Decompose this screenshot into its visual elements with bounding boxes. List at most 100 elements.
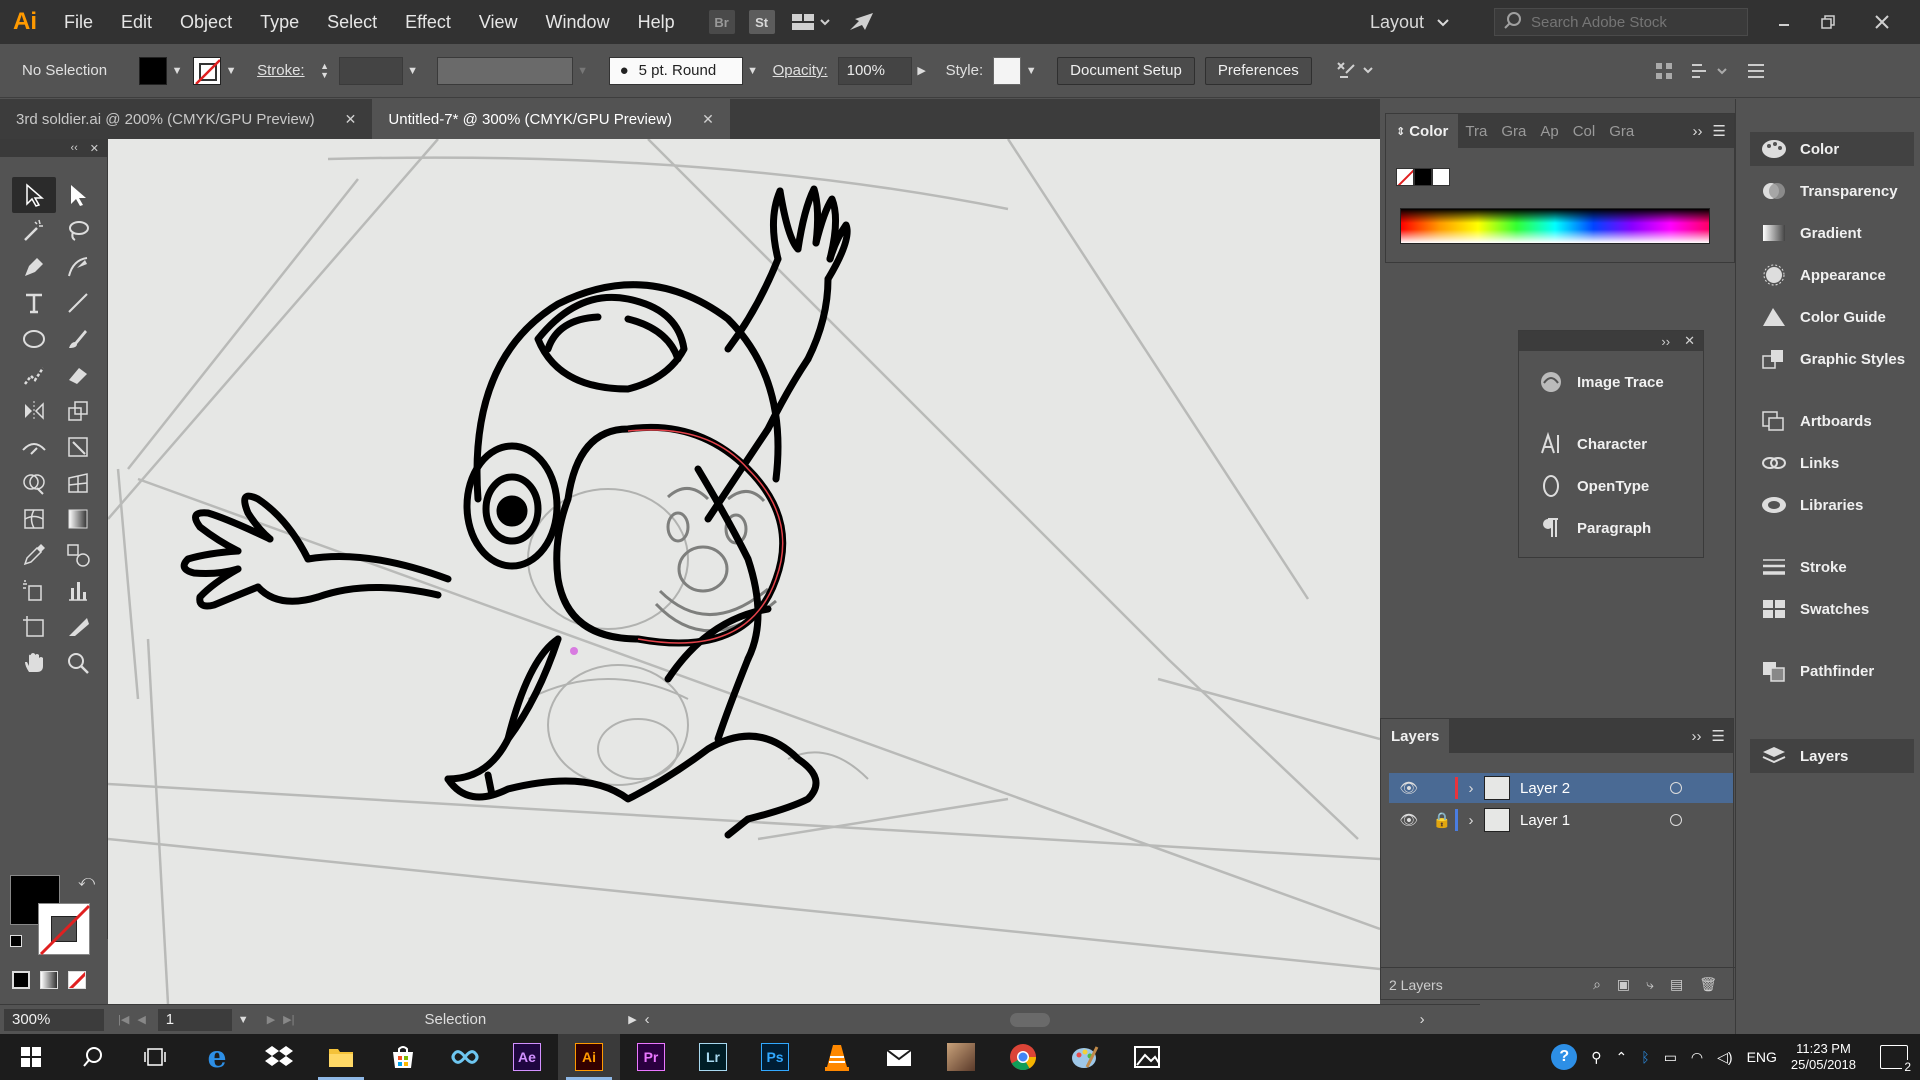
close-window-button[interactable] <box>1860 0 1904 44</box>
close-icon[interactable]: ✕ <box>1684 333 1695 349</box>
photoshop-icon[interactable]: Ps <box>744 1034 806 1080</box>
minimize-button[interactable] <box>1762 0 1806 44</box>
stroke-weight-dropdown[interactable]: ▼ <box>403 57 423 85</box>
menu-effect[interactable]: Effect <box>391 0 465 44</box>
menu-window[interactable]: Window <box>532 0 624 44</box>
gpu-performance-icon[interactable] <box>847 10 877 34</box>
profile-dropdown[interactable]: ▼ <box>573 57 593 85</box>
style-dropdown[interactable]: ▼ <box>1021 57 1041 85</box>
puppet-warp-icon[interactable] <box>1334 59 1374 83</box>
magic-wand-tool[interactable] <box>12 213 56 249</box>
panel-menu-icon[interactable]: ☰ <box>1713 122 1726 140</box>
type-tool[interactable] <box>12 285 56 321</box>
last-artboard-icon[interactable]: ▶| <box>283 1013 294 1026</box>
none-swatch[interactable] <box>1396 168 1414 186</box>
lock-icon[interactable]: 🔒 <box>1429 811 1455 829</box>
opentype-item[interactable]: OpenType <box>1519 465 1703 507</box>
zoom-tool[interactable] <box>56 645 100 681</box>
brush-dropdown[interactable]: ▼ <box>743 57 763 85</box>
dock-graphic-styles[interactable]: Graphic Styles <box>1750 342 1914 376</box>
visibility-eye-icon[interactable]: 👁 <box>1389 811 1429 829</box>
expand-icon[interactable]: ›› <box>1693 123 1703 140</box>
line-segment-tool[interactable] <box>56 285 100 321</box>
layer-name[interactable]: Layer 2 <box>1520 780 1670 797</box>
lightroom-icon[interactable]: Lr <box>682 1034 744 1080</box>
zoom-level-field[interactable]: 300% <box>4 1008 104 1031</box>
help-icon[interactable]: ? <box>1551 1044 1578 1070</box>
first-artboard-icon[interactable]: |◀ <box>118 1013 129 1026</box>
stock-button[interactable]: St <box>748 10 775 34</box>
menu-edit[interactable]: Edit <box>107 0 166 44</box>
new-layer-icon[interactable]: ▤ <box>1670 976 1683 993</box>
task-view-icon[interactable] <box>124 1034 186 1080</box>
chevron-right-icon[interactable]: › <box>1458 812 1484 829</box>
lasso-tool[interactable] <box>56 213 100 249</box>
tab-transparency[interactable]: Tra <box>1458 123 1494 140</box>
language-indicator[interactable]: ENG <box>1747 1049 1777 1065</box>
width-tool[interactable] <box>12 429 56 465</box>
symbol-sprayer-tool[interactable] <box>12 573 56 609</box>
dock-artboards[interactable]: Artboards <box>1750 404 1914 438</box>
bridge-button[interactable]: Br <box>708 10 735 34</box>
menu-select[interactable]: Select <box>313 0 391 44</box>
dock-layers[interactable]: Layers <box>1750 739 1914 773</box>
artboard-tool[interactable] <box>12 609 56 645</box>
eyedropper-tool[interactable] <box>12 537 56 573</box>
mesh-tool[interactable] <box>12 501 56 537</box>
layer-row-2[interactable]: 👁 › Layer 2 <box>1389 773 1733 803</box>
document-setup-button[interactable]: Document Setup <box>1057 56 1195 85</box>
graphic-style-swatch[interactable] <box>993 56 1022 85</box>
stroke-color-swatch[interactable] <box>193 56 222 85</box>
mail-icon[interactable] <box>868 1034 930 1080</box>
dock-appearance[interactable]: Appearance <box>1750 258 1914 292</box>
stroke-dropdown-arrow[interactable]: ▼ <box>221 57 241 85</box>
target-circle-icon[interactable] <box>1670 782 1682 794</box>
curvature-tool[interactable] <box>56 249 100 285</box>
menu-type[interactable]: Type <box>246 0 313 44</box>
tab-gradient[interactable]: Gra <box>1494 123 1533 140</box>
color-mode-icon[interactable] <box>12 971 30 989</box>
file-explorer-icon[interactable] <box>310 1034 372 1080</box>
search-stock-box[interactable] <box>1494 8 1748 36</box>
artboard-number-field[interactable]: 1 <box>157 1008 232 1031</box>
default-fill-stroke-icon[interactable] <box>10 935 22 947</box>
previous-artboard-icon[interactable]: ◀ <box>137 1013 145 1026</box>
bluetooth-icon[interactable]: ᛒ <box>1641 1049 1649 1065</box>
shaper-tool[interactable] <box>12 357 56 393</box>
opacity-flyout-arrow[interactable]: ▶ <box>912 57 932 85</box>
panel-menu-icon[interactable]: ☰ <box>1712 727 1725 745</box>
brush-definition[interactable]: ● 5 pt. Round <box>608 56 743 85</box>
chrome-icon[interactable] <box>992 1034 1054 1080</box>
people-icon[interactable]: ⚲ <box>1591 1049 1601 1066</box>
artboard-canvas[interactable] <box>108 139 1380 1004</box>
dock-color[interactable]: Color <box>1750 132 1914 166</box>
chevron-right-icon[interactable]: › <box>1458 780 1484 797</box>
volume-icon[interactable]: ◁) <box>1717 1049 1732 1066</box>
layer-row-1[interactable]: 👁 🔒 › Layer 1 <box>1389 805 1733 835</box>
eraser-tool[interactable] <box>56 357 100 393</box>
align-icon[interactable] <box>1654 61 1674 81</box>
tab-graphic-styles[interactable]: Gra <box>1602 123 1641 140</box>
white-swatch[interactable] <box>1432 168 1450 186</box>
direct-selection-tool[interactable] <box>56 177 100 213</box>
opacity-field[interactable]: 100% <box>837 56 912 85</box>
character-item[interactable]: Character <box>1519 423 1703 465</box>
show-hidden-icons[interactable]: ⌃ <box>1616 1049 1628 1066</box>
vlc-icon[interactable] <box>806 1034 868 1080</box>
battery-icon[interactable]: ▭ <box>1664 1049 1677 1066</box>
new-sublayer-icon[interactable]: ⤷ <box>1646 976 1654 993</box>
after-effects-icon[interactable]: Ae <box>496 1034 558 1080</box>
dock-pathfinder[interactable]: Pathfinder <box>1750 654 1914 688</box>
image-trace-item[interactable]: Image Trace <box>1519 361 1703 403</box>
tab-untitled-7[interactable]: Untitled-7* @ 300% (CMYK/GPU Preview) ✕ <box>372 99 730 139</box>
paint-icon[interactable] <box>1054 1034 1116 1080</box>
transform-icon[interactable] <box>1690 61 1730 81</box>
close-icon[interactable]: ✕ <box>345 111 357 128</box>
scale-tool[interactable] <box>56 393 100 429</box>
fill-color-swatch[interactable] <box>139 56 168 85</box>
dock-swatches[interactable]: Swatches <box>1750 592 1914 626</box>
variable-width-profile[interactable] <box>436 56 573 85</box>
stroke-label[interactable]: Stroke: <box>257 62 305 79</box>
premiere-icon[interactable]: Pr <box>620 1034 682 1080</box>
gradient-tool[interactable] <box>56 501 100 537</box>
